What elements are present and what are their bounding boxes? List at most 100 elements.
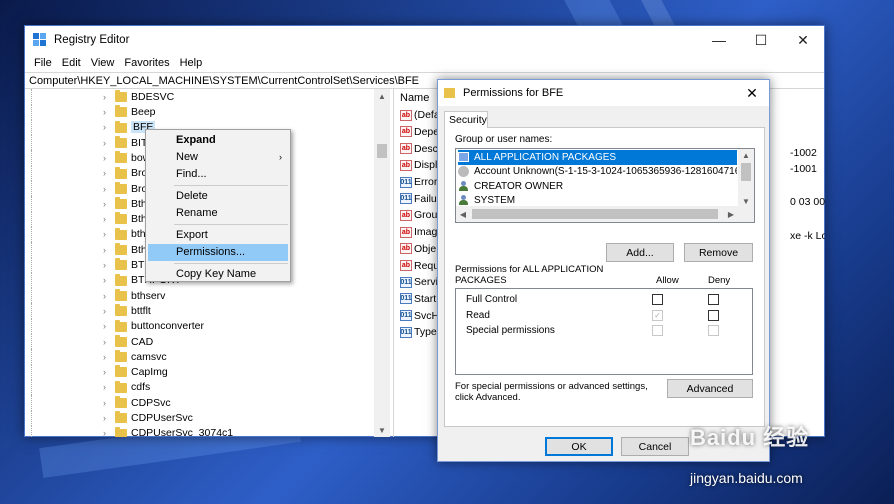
- minimize-button[interactable]: —: [698, 26, 740, 54]
- expand-chevron-icon[interactable]: ›: [103, 92, 111, 102]
- scroll-left-icon[interactable]: ◀: [456, 207, 470, 221]
- value-row[interactable]: ab Depe: [400, 124, 439, 141]
- value-row[interactable]: ab Grou: [400, 207, 437, 224]
- group-list-item[interactable]: ALL APPLICATION PACKAGES: [458, 150, 737, 165]
- tree-item[interactable]: › camsvc: [25, 349, 375, 365]
- value-row[interactable]: 011 Type: [400, 324, 437, 341]
- expand-chevron-icon[interactable]: ›: [103, 168, 111, 178]
- deny-checkbox[interactable]: [708, 309, 719, 321]
- value-row[interactable]: ab (Defa: [400, 107, 440, 124]
- deny-checkbox[interactable]: [708, 294, 719, 305]
- expand-chevron-icon[interactable]: ›: [103, 214, 111, 224]
- scroll-right-icon[interactable]: ▶: [724, 207, 738, 221]
- expand-chevron-icon[interactable]: ›: [103, 382, 111, 392]
- expand-chevron-icon[interactable]: ›: [103, 260, 111, 270]
- scroll-up-icon[interactable]: ▲: [374, 89, 390, 103]
- expand-chevron-icon[interactable]: ›: [103, 229, 111, 239]
- tree-item[interactable]: › CAD: [25, 333, 375, 350]
- expand-chevron-icon[interactable]: ›: [103, 367, 111, 377]
- expand-chevron-icon[interactable]: ›: [103, 306, 111, 316]
- value-row[interactable]: ab Desc: [400, 140, 438, 157]
- context-menu-item[interactable]: Rename: [146, 205, 290, 222]
- advanced-button[interactable]: Advanced: [667, 379, 753, 398]
- tree-guide-line: [31, 242, 101, 258]
- scroll-down-icon[interactable]: ▼: [374, 423, 390, 437]
- menu-edit[interactable]: Edit: [57, 57, 86, 69]
- tree-item[interactable]: › Beep: [25, 104, 375, 120]
- value-row[interactable]: ab Obje: [400, 241, 436, 258]
- tree-item[interactable]: › CapImg: [25, 364, 375, 380]
- remove-button[interactable]: Remove: [684, 243, 753, 262]
- expand-chevron-icon[interactable]: ›: [103, 321, 111, 331]
- expand-chevron-icon[interactable]: ›: [103, 275, 111, 285]
- group-list-hscroll[interactable]: ◀ ▶: [456, 206, 754, 222]
- expand-chevron-icon[interactable]: ›: [103, 352, 111, 362]
- dialog-title-bar[interactable]: Permissions for BFE ✕: [438, 80, 769, 106]
- menu-item-label: Export: [176, 229, 208, 241]
- scroll-thumb[interactable]: [377, 144, 387, 158]
- group-list-vscroll[interactable]: ▲ ▼: [738, 149, 754, 207]
- permission-row: Special permissions: [456, 323, 752, 339]
- context-menu-item[interactable]: New ›: [146, 149, 290, 166]
- string-value-icon: ab: [400, 260, 412, 272]
- value-row[interactable]: 011 Failur: [400, 191, 440, 208]
- menu-file[interactable]: File: [29, 57, 57, 69]
- expand-chevron-icon[interactable]: ›: [103, 138, 111, 148]
- expand-chevron-icon[interactable]: ›: [103, 398, 111, 408]
- tree-item[interactable]: › buttonconverter: [25, 318, 375, 334]
- value-row[interactable]: 011 SvcH: [400, 307, 439, 324]
- tree-scrollbar[interactable]: ▲ ▼: [374, 89, 390, 437]
- context-menu-item[interactable]: Export: [146, 227, 290, 244]
- expand-chevron-icon[interactable]: ›: [103, 428, 111, 437]
- expand-chevron-icon[interactable]: ›: [103, 153, 111, 163]
- expand-chevron-icon[interactable]: ›: [103, 245, 111, 255]
- menu-favorites[interactable]: Favorites: [119, 57, 174, 69]
- tree-item[interactable]: › bttflt: [25, 303, 375, 319]
- scroll-thumb[interactable]: [741, 163, 751, 181]
- tab-security[interactable]: Security: [444, 111, 488, 128]
- expand-chevron-icon[interactable]: ›: [103, 107, 111, 117]
- expand-chevron-icon[interactable]: ›: [103, 337, 111, 347]
- value-row[interactable]: ab Displ: [400, 157, 437, 174]
- context-menu-item[interactable]: Find...: [146, 166, 290, 183]
- expand-chevron-icon[interactable]: ›: [103, 122, 111, 132]
- group-user-list[interactable]: Administrators (DESKTOP-U5M0DSB\Administ…: [455, 148, 755, 223]
- tree-item[interactable]: › BDESVC: [25, 89, 375, 105]
- menu-help[interactable]: Help: [175, 57, 208, 69]
- context-menu-item[interactable]: Delete: [146, 188, 290, 205]
- menu-view[interactable]: View: [86, 57, 120, 69]
- title-bar[interactable]: Registry Editor — ☐ ✕: [25, 26, 824, 54]
- expand-chevron-icon[interactable]: ›: [103, 291, 111, 301]
- tree-guide-line: [31, 89, 101, 105]
- value-row[interactable]: 011 Error: [400, 174, 437, 191]
- tree-item[interactable]: › cdfs: [25, 379, 375, 396]
- expand-chevron-icon[interactable]: ›: [103, 184, 111, 194]
- dialog-close-button[interactable]: ✕: [735, 85, 769, 102]
- value-row[interactable]: ab Requ: [400, 257, 439, 274]
- expand-chevron-icon[interactable]: ›: [103, 413, 111, 423]
- value-row[interactable]: ab Imag: [400, 224, 437, 241]
- group-list-item[interactable]: Account Unknown(S-1-15-3-1024-1065365936…: [458, 165, 737, 180]
- tree-item[interactable]: › CDPSvc: [25, 395, 375, 411]
- maximize-button[interactable]: ☐: [740, 26, 782, 54]
- context-menu-item[interactable]: Expand: [146, 132, 290, 149]
- context-menu-item[interactable]: Copy Key Name: [146, 266, 290, 283]
- cancel-button[interactable]: Cancel: [621, 437, 689, 456]
- group-list-item[interactable]: CREATOR OWNER: [458, 179, 737, 194]
- value-row[interactable]: 011 Servi: [400, 274, 438, 291]
- unknown-account-icon: [458, 166, 469, 178]
- tree-item[interactable]: › bthserv: [25, 287, 375, 304]
- expand-chevron-icon[interactable]: ›: [103, 199, 111, 209]
- menu-item-label: Expand: [176, 134, 216, 146]
- close-button[interactable]: ✕: [782, 26, 824, 54]
- context-menu-item[interactable]: Permissions...: [148, 244, 288, 261]
- tree-item[interactable]: › CDPUserSvc: [25, 410, 375, 426]
- value-row[interactable]: 011 Start: [400, 291, 436, 308]
- scroll-thumb[interactable]: [472, 209, 718, 219]
- tree-item[interactable]: › CDPUserSvc_3074c1: [25, 425, 375, 437]
- allow-checkbox[interactable]: [652, 294, 663, 305]
- add-button[interactable]: Add...: [606, 243, 674, 262]
- tree-guide-line: [31, 257, 101, 273]
- ok-button[interactable]: OK: [545, 437, 613, 456]
- scroll-up-icon[interactable]: ▲: [738, 149, 754, 161]
